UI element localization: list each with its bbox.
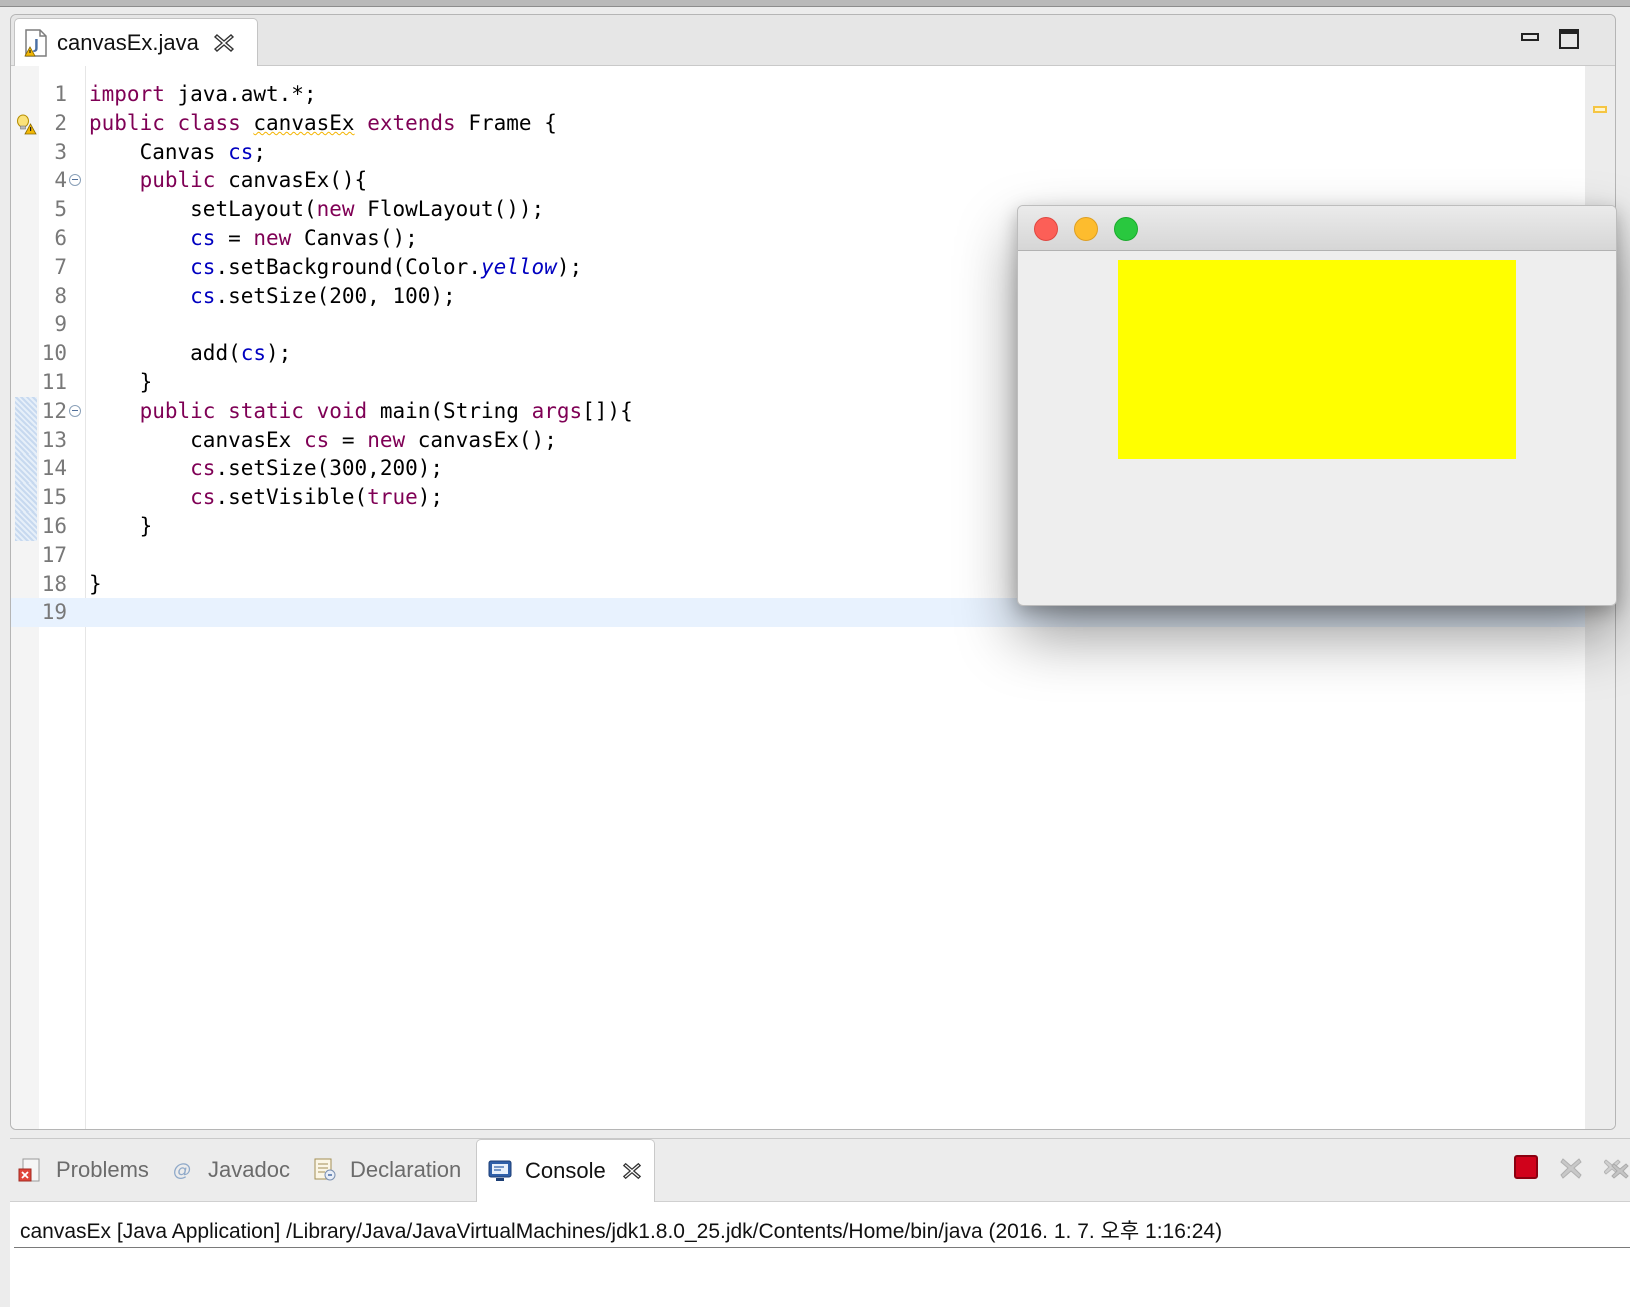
quick-diff-marker (15, 425, 37, 455)
terminate-icon[interactable] (1514, 1155, 1538, 1179)
code-text: public class canvasEx extends Frame { (89, 110, 557, 135)
line-number: 2 (54, 110, 67, 135)
editor-tab-bar: J canvasEx.java (11, 15, 1615, 66)
fold-icon[interactable] (69, 404, 81, 417)
code-text: canvasEx cs = new canvasEx(); (190, 427, 557, 452)
console-toolbar (1514, 1155, 1630, 1181)
code-line[interactable]: 4 public canvasEx(){ (11, 166, 1585, 195)
quick-diff-marker (15, 454, 37, 484)
code-text: } (89, 571, 102, 596)
line-number: 12 (41, 398, 67, 423)
console-tab-bar: Problems @ Javadoc Declaration Console (10, 1139, 1630, 1202)
minimize-icon[interactable] (1521, 33, 1539, 41)
line-number: 5 (54, 197, 67, 222)
javadoc-icon: @ (173, 1160, 191, 1181)
code-line[interactable]: 3 Canvas cs; (11, 138, 1585, 167)
console-icon (488, 1160, 512, 1181)
line-number: 7 (54, 254, 67, 279)
yellow-canvas (1118, 260, 1516, 459)
window-top-strip (0, 0, 1630, 7)
problems-icon (18, 1158, 40, 1182)
code-text: cs.setBackground(Color.yellow); (190, 254, 583, 279)
window-titlebar[interactable] (1018, 206, 1616, 251)
remove-launch-icon[interactable] (1558, 1155, 1584, 1181)
maximize-icon[interactable] (1559, 29, 1579, 49)
line-number: 15 (41, 485, 67, 510)
code-text: } (139, 369, 153, 394)
line-number: 3 (54, 139, 67, 164)
line-number: 19 (41, 600, 67, 625)
line-number: 1 (54, 82, 67, 106)
line-number: 16 (41, 513, 67, 538)
svg-text:@: @ (173, 1160, 191, 1181)
code-text: public canvasEx(){ (139, 168, 368, 193)
tab-javadoc-label: Javadoc (208, 1157, 290, 1182)
window-close-button[interactable] (1034, 217, 1058, 241)
code-line[interactable]: 1 import java.awt.*; (11, 80, 1585, 109)
code-text: public static void main(String args[]){ (139, 398, 633, 423)
code-text: add(cs); (190, 341, 292, 366)
line-number: 10 (41, 341, 67, 366)
console-divider (14, 1247, 1630, 1248)
overview-warning-marker[interactable] (1593, 106, 1607, 113)
line-number: 4 (54, 168, 67, 193)
quick-diff-marker (15, 396, 37, 426)
close-console-icon[interactable] (622, 1161, 642, 1181)
window-zoom-button[interactable] (1114, 217, 1138, 241)
close-tab-icon[interactable] (213, 32, 235, 54)
code-text: cs.setVisible(true); (190, 485, 444, 510)
tab-console[interactable]: Console (476, 1139, 655, 1202)
line-number: 8 (54, 283, 67, 308)
editor-tab-title: canvasEx.java (57, 29, 199, 55)
remove-all-icon[interactable] (1604, 1155, 1630, 1181)
awt-frame-window[interactable] (1017, 205, 1617, 606)
declaration-icon (314, 1158, 336, 1181)
code-text: Canvas cs; (139, 139, 267, 164)
line-number: 13 (41, 427, 67, 452)
tab-declaration[interactable]: Declaration (312, 1139, 461, 1201)
line-number: 9 (54, 312, 67, 337)
java-file-icon: J (24, 28, 47, 57)
warning-lightbulb-icon[interactable] (15, 113, 37, 135)
quick-diff-marker (15, 511, 37, 541)
fold-icon[interactable] (69, 174, 81, 187)
console-launch-header: canvasEx [Java Application] /Library/Jav… (20, 1220, 1223, 1243)
console-pane: Problems @ Javadoc Declaration Console c… (10, 1138, 1630, 1307)
code-text: cs.setSize(200, 100); (190, 283, 456, 308)
window-minimize-button[interactable] (1074, 217, 1098, 241)
svg-text:J: J (33, 38, 39, 53)
code-text: import java.awt.*; (89, 82, 317, 106)
tab-javadoc[interactable]: @ Javadoc (170, 1139, 290, 1201)
tab-declaration-label: Declaration (350, 1157, 462, 1182)
line-number: 18 (41, 571, 67, 596)
quick-diff-marker (15, 483, 37, 512)
view-controls (1521, 29, 1579, 49)
tab-console-label: Console (525, 1158, 606, 1183)
code-text: cs = new Canvas(); (190, 225, 418, 250)
line-number: 17 (41, 542, 67, 567)
code-line[interactable]: 2 public class canvasEx extends Frame { (11, 109, 1585, 138)
tab-problems[interactable]: Problems (18, 1139, 149, 1201)
tab-problems-label: Problems (56, 1157, 149, 1182)
code-text: setLayout(new FlowLayout()); (190, 197, 545, 222)
code-text: cs.setSize(300,200); (190, 456, 444, 481)
editor-tab[interactable]: J canvasEx.java (14, 18, 258, 66)
line-number: 14 (41, 456, 67, 481)
code-text: } (139, 513, 153, 538)
line-number: 11 (41, 369, 67, 394)
line-number: 6 (54, 225, 67, 250)
